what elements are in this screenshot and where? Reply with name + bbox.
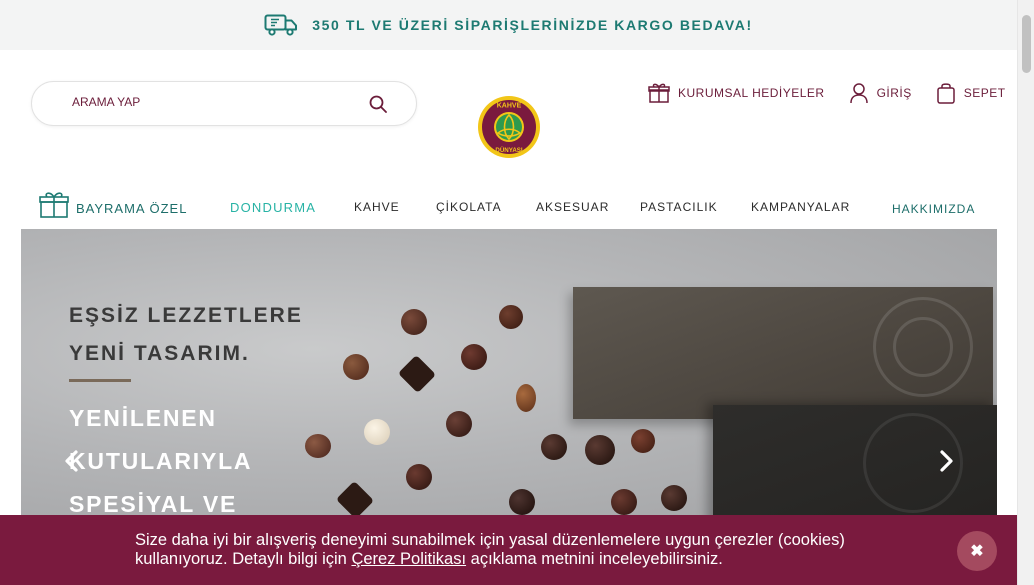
hero-line-3: YENİLENEN	[69, 405, 217, 431]
nav-item-hakkimizda[interactable]: HAKKIMIZDA	[892, 202, 975, 216]
free-shipping-banner: 350 TL VE ÜZERİ SİPARİŞLERİNİZDE KARGO B…	[0, 0, 1017, 50]
chevron-left-icon[interactable]	[61, 449, 85, 473]
hero-headline: EŞSİZ LEZZETLERE YENİ TASARIM.	[69, 297, 303, 373]
hero-slider[interactable]: EŞSİZ LEZZETLERE YENİ TASARIM. YENİLENEN…	[21, 229, 997, 529]
nav-item-kampanyalar[interactable]: KAMPANYALAR	[751, 200, 850, 214]
main-nav: BAYRAMA ÖZEL DONDURMA KAHVE ÇİKOLATA AKS…	[0, 190, 1017, 226]
cookie-policy-link[interactable]: Çerez Politikası	[351, 550, 466, 568]
nav-item-kahve[interactable]: KAHVE	[354, 200, 400, 214]
logo-text-bottom: DÜNYASI	[495, 147, 523, 154]
shipping-message: 350 TL VE ÜZERİ SİPARİŞLERİNİZDE KARGO B…	[312, 17, 753, 33]
corporate-gifts-label: KURUMSAL HEDİYELER	[678, 86, 825, 100]
logo-text-top: KAHVE	[497, 103, 522, 110]
nav-item-bayrama-ozel[interactable]: BAYRAMA ÖZEL	[76, 201, 187, 216]
bag-icon	[937, 83, 955, 104]
hero-line-1: EŞSİZ LEZZETLERE	[69, 304, 303, 327]
chevron-right-icon[interactable]	[933, 449, 957, 473]
nav-item-pastacilik[interactable]: PASTACILIK	[640, 200, 718, 214]
gift-icon[interactable]	[39, 191, 69, 219]
hero-subheadline: YENİLENEN KUTULARIYLA SPESİYAL VE	[69, 397, 252, 526]
hero-line-4: KUTULARIYLA	[69, 448, 253, 474]
hero-divider	[69, 379, 131, 382]
truck-icon	[264, 14, 298, 36]
nav-item-aksesuar[interactable]: AKSESUAR	[536, 200, 609, 214]
gift-icon	[648, 83, 670, 103]
search-box	[31, 81, 417, 126]
cookie-consent-bar: Size daha iyi bir alışveriş deneyimi sun…	[0, 515, 1017, 585]
page: 350 TL VE ÜZERİ SİPARİŞLERİNİZDE KARGO B…	[0, 0, 1034, 585]
nav-item-cikolata[interactable]: ÇİKOLATA	[436, 200, 502, 214]
search-input[interactable]	[72, 95, 352, 109]
page-scrollbar[interactable]	[1017, 0, 1034, 585]
kahve-dunyasi-logo[interactable]: KAHVE DÜNYASI	[477, 95, 541, 159]
cookie-message: Size daha iyi bir alışveriş deneyimi sun…	[135, 531, 935, 569]
hero-line-2: YENİ TASARIM.	[69, 342, 250, 365]
cookie-close-button[interactable]: ✖	[957, 531, 997, 571]
cookie-text-after: açıklama metnini inceleyebilirsiniz.	[466, 550, 723, 568]
user-icon	[849, 83, 868, 104]
scrollbar-thumb[interactable]	[1022, 15, 1031, 73]
corporate-gifts-link[interactable]: KURUMSAL HEDİYELER	[648, 82, 825, 104]
login-link[interactable]: GİRİŞ	[849, 82, 912, 104]
nav-item-dondurma[interactable]: DONDURMA	[230, 200, 316, 215]
cart-link[interactable]: SEPET	[936, 82, 1006, 104]
close-icon: ✖	[970, 543, 984, 560]
login-label: GİRİŞ	[876, 86, 912, 100]
search-icon[interactable]	[368, 94, 388, 114]
chocolate-box-image	[573, 287, 993, 419]
header-actions: KURUMSAL HEDİYELER GİRİŞ SEPET	[648, 82, 1006, 104]
cart-label: SEPET	[963, 86, 1006, 100]
